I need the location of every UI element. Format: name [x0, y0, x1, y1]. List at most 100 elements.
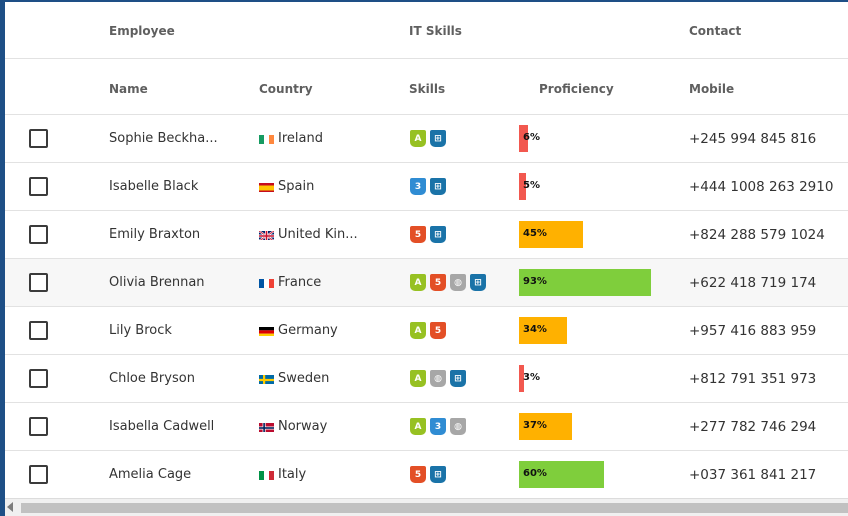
- country-cell: United Kin...: [259, 211, 363, 258]
- column-header-skills[interactable]: Skills: [409, 81, 445, 97]
- column-header-row: Name Country Skills Proficiency Mobile: [5, 59, 848, 115]
- table-row[interactable]: Emily Braxton United Kin... 5 ⊞ 45% +824 …: [5, 211, 848, 259]
- proficiency-label: 37%: [523, 420, 547, 431]
- country-cell: Spain: [259, 163, 363, 210]
- employee-name: Isabelle Black: [109, 179, 199, 194]
- country-name: Sweden: [278, 371, 330, 386]
- ireland-flag: [259, 134, 274, 144]
- employee-name: Emily Braxton: [109, 227, 201, 242]
- horizontal-scrollbar[interactable]: [5, 498, 848, 516]
- row-checkbox[interactable]: [29, 369, 48, 388]
- column-header-proficiency[interactable]: Proficiency: [539, 81, 614, 97]
- windows-icon: ⊞: [430, 466, 446, 483]
- skills-cell: A ⊞: [410, 115, 446, 162]
- mobile-number: +245 994 845 816: [689, 130, 817, 147]
- proficiency-label: 3%: [523, 372, 540, 383]
- skills-cell: A ◍ ⊞: [410, 355, 466, 402]
- proficiency-cell: 37%: [519, 403, 679, 450]
- country-name: Germany: [278, 323, 338, 338]
- table-row[interactable]: Lily Brock Germany A5 34% +957 416 883 9…: [5, 307, 848, 355]
- proficiency-cell: 45%: [519, 211, 679, 258]
- proficiency-cell: 6%: [519, 115, 679, 162]
- row-checkbox[interactable]: [29, 417, 48, 436]
- row-checkbox[interactable]: [29, 129, 48, 148]
- apple-icon: ◍: [450, 274, 466, 291]
- mobile-number: +824 288 579 1024: [689, 226, 825, 243]
- mobile-number: +957 416 883 959: [689, 322, 817, 339]
- proficiency-cell: 60%: [519, 451, 679, 498]
- employee-name: Lily Brock: [109, 323, 172, 338]
- scrollbar-thumb[interactable]: [21, 503, 848, 513]
- table-row[interactable]: Amelia Cage Italy 5 ⊞ 60% +037 361 841 21…: [5, 451, 848, 499]
- css-icon: 3: [410, 178, 426, 195]
- row-checkbox[interactable]: [29, 465, 48, 484]
- mobile-number: +622 418 719 174: [689, 274, 817, 291]
- column-header-mobile[interactable]: Mobile: [689, 81, 734, 97]
- proficiency-bar: 60%: [519, 461, 604, 488]
- spain-flag: [259, 182, 274, 192]
- column-header-name[interactable]: Name: [109, 81, 148, 97]
- proficiency-cell: 34%: [519, 307, 679, 354]
- apple-icon: ◍: [450, 418, 466, 435]
- country-name: Spain: [278, 179, 315, 194]
- row-checkbox[interactable]: [29, 225, 48, 244]
- proficiency-bar: 45%: [519, 221, 583, 248]
- country-name: Norway: [278, 419, 328, 434]
- proficiency-cell: 93%: [519, 259, 679, 306]
- mobile-number: +812 791 351 973: [689, 370, 817, 387]
- row-checkbox[interactable]: [29, 177, 48, 196]
- table-row[interactable]: Olivia Brennan France A 5 ◍ ⊞ 93% +622 418 …: [5, 259, 848, 307]
- proficiency-label: 6%: [523, 132, 540, 143]
- skills-cell: 3 ⊞: [410, 163, 446, 210]
- column-header-country[interactable]: Country: [259, 81, 313, 97]
- windows-icon: ⊞: [430, 178, 446, 195]
- norway-flag: [259, 422, 274, 432]
- country-cell: Italy: [259, 451, 363, 498]
- table-row[interactable]: Isabelle Black Spain 3 ⊞ 5% +444 1008 263…: [5, 163, 848, 211]
- proficiency-bar: 6%: [519, 125, 540, 152]
- uk-flag: [259, 229, 274, 240]
- windows-icon: ⊞: [450, 370, 466, 387]
- row-checkbox[interactable]: [29, 273, 48, 292]
- country-cell: Ireland: [259, 115, 363, 162]
- table-row[interactable]: Isabella Cadwell Norway A 3 ◍ 37% +277 782…: [5, 403, 848, 451]
- employee-name: Olivia Brennan: [109, 275, 205, 290]
- group-header-it-skills[interactable]: IT Skills: [409, 23, 462, 39]
- html-icon: 5: [410, 466, 426, 483]
- proficiency-bar: 3%: [519, 365, 540, 392]
- html-icon: 5: [410, 226, 426, 243]
- employee-name: Amelia Cage: [109, 467, 192, 482]
- proficiency-bar: 5%: [519, 173, 540, 200]
- table-row[interactable]: Sophie Beckha... Ireland A ⊞ 6% +245 994 …: [5, 115, 848, 163]
- group-header-row: Employee IT Skills Contact: [5, 2, 848, 59]
- group-header-employee[interactable]: Employee: [109, 23, 175, 39]
- windows-icon: ⊞: [430, 226, 446, 243]
- employee-name: Chloe Bryson: [109, 371, 195, 386]
- proficiency-label: 45%: [523, 228, 547, 239]
- proficiency-bar: 93%: [519, 269, 651, 296]
- proficiency-label: 34%: [523, 324, 547, 335]
- windows-icon: ⊞: [430, 130, 446, 147]
- skills-cell: A 5 ◍ ⊞: [410, 259, 486, 306]
- html-icon: 5: [430, 274, 446, 291]
- mobile-number: +277 782 746 294: [689, 418, 817, 435]
- skills-cell: 5 ⊞: [410, 451, 446, 498]
- android-icon: A: [410, 322, 426, 339]
- apple-icon: ◍: [430, 370, 446, 387]
- country-cell: Germany: [259, 307, 363, 354]
- row-checkbox[interactable]: [29, 321, 48, 340]
- table-row[interactable]: Chloe Bryson Sweden A ◍ ⊞ 3% +812 791 351 …: [5, 355, 848, 403]
- group-header-contact[interactable]: Contact: [689, 23, 741, 39]
- scroll-left-icon[interactable]: [7, 502, 13, 512]
- country-name: United Kin...: [278, 227, 358, 242]
- skills-cell: A 3 ◍: [410, 403, 466, 450]
- proficiency-bar: 37%: [519, 413, 572, 440]
- employee-name: Isabella Cadwell: [109, 419, 215, 434]
- android-icon: A: [410, 418, 426, 435]
- proficiency-cell: 5%: [519, 163, 679, 210]
- germany-flag: [259, 326, 274, 336]
- country-cell: Norway: [259, 403, 363, 450]
- android-icon: A: [410, 370, 426, 387]
- skills-cell: 5 ⊞: [410, 211, 446, 258]
- country-name: Ireland: [278, 131, 323, 146]
